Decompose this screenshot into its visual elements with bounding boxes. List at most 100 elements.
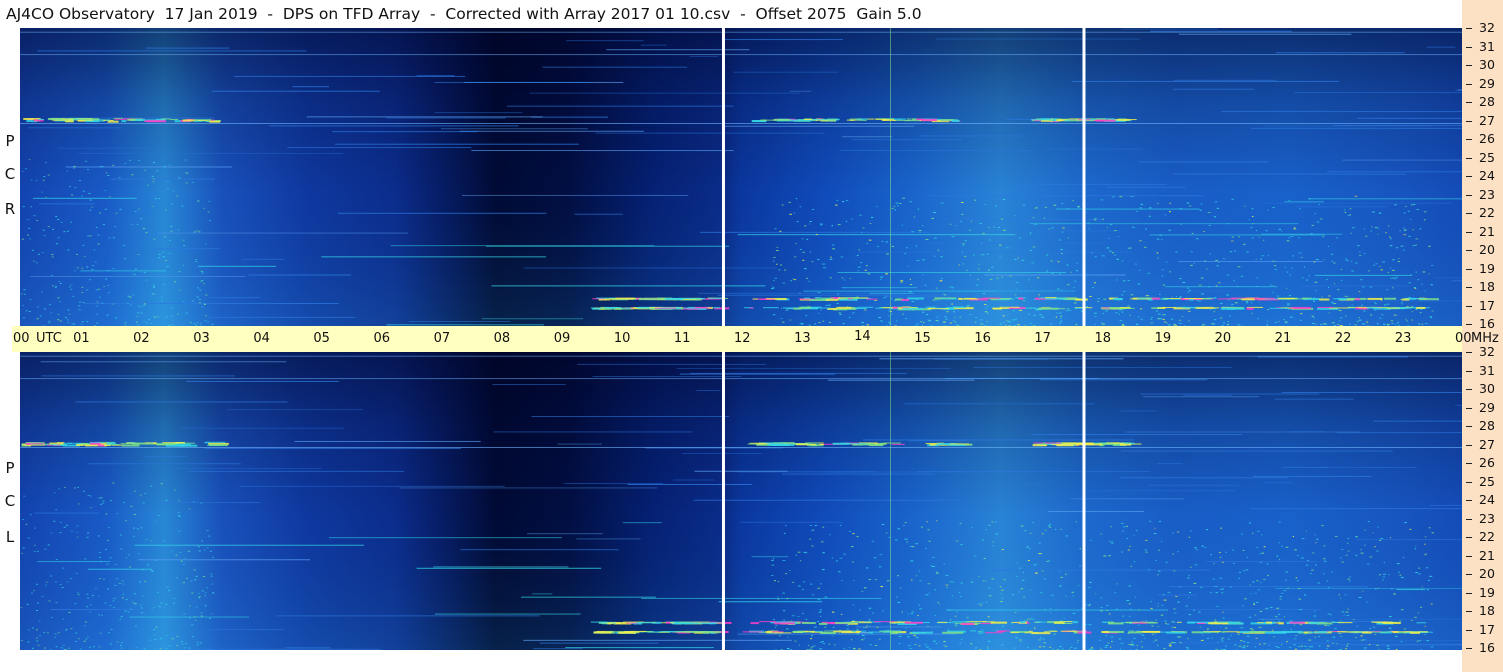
emission-speckle bbox=[1034, 207, 1038, 209]
emission-speckle bbox=[1334, 535, 1338, 537]
emission-speckle bbox=[851, 546, 854, 548]
emission-speckle bbox=[143, 320, 146, 322]
emission-speckle bbox=[849, 530, 851, 532]
emission-speckle bbox=[1033, 564, 1037, 566]
emission-speckle bbox=[165, 647, 168, 649]
emission-speckle bbox=[979, 319, 983, 321]
emission-speckle bbox=[911, 300, 915, 302]
emission-speckle bbox=[212, 556, 215, 558]
hour-label: 00 bbox=[1455, 331, 1472, 346]
frequency-tick bbox=[1466, 352, 1472, 353]
emission-speckle bbox=[1393, 314, 1396, 316]
emission-speckle bbox=[1360, 635, 1363, 637]
emission-speckle bbox=[1101, 323, 1105, 325]
noise-streak bbox=[693, 499, 960, 501]
bright-band-segment bbox=[883, 631, 892, 633]
emission-speckle bbox=[888, 321, 890, 323]
emission-speckle bbox=[1398, 258, 1400, 260]
emission-speckle bbox=[916, 637, 919, 639]
emission-speckle bbox=[140, 312, 143, 314]
noise-streak bbox=[869, 292, 914, 294]
emission-speckle bbox=[154, 520, 157, 522]
emission-speckle bbox=[196, 644, 199, 646]
emission-speckle bbox=[1015, 318, 1017, 320]
noise-streak bbox=[862, 439, 1135, 441]
hour-label: 02 bbox=[133, 331, 150, 346]
frequency-label: 30 bbox=[1479, 57, 1495, 72]
emission-speckle bbox=[1403, 227, 1405, 229]
bright-band-segment bbox=[1200, 631, 1212, 633]
emission-speckle bbox=[984, 311, 988, 313]
emission-speckle bbox=[1387, 648, 1390, 650]
frequency-tick bbox=[1466, 231, 1472, 233]
emission-speckle bbox=[196, 641, 199, 643]
emission-speckle bbox=[977, 279, 980, 281]
emission-speckle bbox=[75, 572, 78, 574]
emission-speckle bbox=[1175, 251, 1178, 253]
emission-speckle bbox=[1187, 291, 1190, 293]
emission-speckle bbox=[1034, 223, 1037, 225]
bright-band-segment bbox=[166, 444, 186, 447]
emission-speckle bbox=[1322, 558, 1326, 560]
emission-speckle bbox=[1108, 555, 1111, 557]
noise-streak bbox=[837, 271, 1067, 273]
noise-streak bbox=[539, 642, 659, 644]
emission-speckle bbox=[1426, 589, 1429, 591]
emission-speckle bbox=[1206, 268, 1208, 270]
emission-speckle bbox=[1341, 561, 1344, 563]
emission-speckle bbox=[197, 592, 200, 594]
bright-band-segment bbox=[1371, 631, 1387, 633]
emission-speckle bbox=[869, 625, 871, 627]
noise-streak bbox=[434, 613, 581, 615]
emission-speckle bbox=[26, 603, 29, 605]
noise-streak bbox=[1373, 420, 1462, 422]
emission-speckle bbox=[1248, 616, 1252, 618]
frequency-label: 22 bbox=[1479, 529, 1495, 544]
emission-speckle bbox=[883, 297, 886, 299]
emission-speckle bbox=[1380, 537, 1384, 539]
emission-speckle bbox=[1226, 294, 1229, 296]
emission-speckle bbox=[70, 284, 73, 286]
emission-speckle bbox=[205, 294, 208, 296]
emission-speckle bbox=[1304, 645, 1307, 647]
emission-speckle bbox=[1067, 237, 1069, 239]
emission-speckle bbox=[1150, 318, 1153, 320]
emission-speckle bbox=[870, 633, 874, 635]
emission-speckle bbox=[1208, 224, 1211, 226]
bright-band-segment bbox=[1142, 622, 1158, 624]
bright-band-segment bbox=[1366, 307, 1375, 309]
emission-speckle bbox=[63, 231, 66, 233]
bright-band-segment bbox=[911, 118, 917, 121]
emission-speckle bbox=[22, 305, 25, 307]
bright-band-segment bbox=[1212, 307, 1220, 309]
emission-speckle bbox=[792, 278, 794, 280]
emission-speckle bbox=[984, 303, 987, 305]
bright-band-segment bbox=[1120, 443, 1132, 446]
noise-streak bbox=[187, 470, 405, 472]
emission-speckle bbox=[65, 629, 68, 631]
emission-speckle bbox=[89, 507, 92, 509]
bright-band-segment bbox=[742, 631, 763, 633]
emission-speckle bbox=[1424, 290, 1426, 292]
bright-band-segment bbox=[779, 442, 795, 444]
emission-speckle bbox=[799, 248, 802, 250]
emission-speckle bbox=[1379, 317, 1382, 319]
emission-speckle bbox=[150, 485, 153, 487]
emission-speckle bbox=[868, 579, 871, 581]
emission-speckle bbox=[1246, 251, 1249, 253]
emission-speckle bbox=[1286, 641, 1288, 643]
emission-speckle bbox=[1354, 195, 1358, 197]
emission-speckle bbox=[1345, 258, 1347, 260]
emission-speckle bbox=[58, 281, 61, 283]
emission-speckle bbox=[805, 618, 808, 620]
noise-streak bbox=[531, 416, 730, 418]
emission-speckle bbox=[894, 539, 898, 541]
emission-speckle bbox=[865, 626, 867, 628]
emission-speckle bbox=[1202, 323, 1206, 325]
emission-speckle bbox=[848, 316, 851, 318]
emission-speckle bbox=[132, 535, 135, 537]
emission-speckle bbox=[1018, 591, 1020, 593]
emission-speckle bbox=[961, 213, 964, 215]
emission-speckle bbox=[1243, 570, 1245, 572]
emission-speckle bbox=[1369, 286, 1373, 288]
